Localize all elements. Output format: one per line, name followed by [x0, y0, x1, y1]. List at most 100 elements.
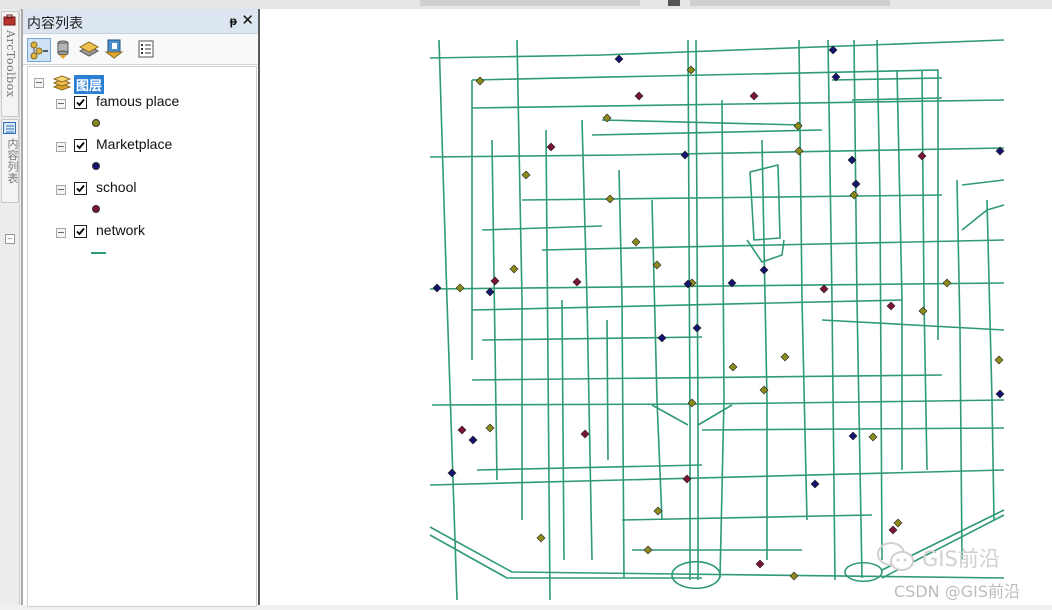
famous-place-point[interactable]	[942, 278, 952, 288]
layer-name-network[interactable]: network	[96, 222, 145, 238]
marketplace-point[interactable]	[614, 54, 624, 64]
pin-icon[interactable]: ᵽ	[230, 14, 237, 28]
road	[429, 469, 1005, 486]
road	[651, 404, 733, 426]
road	[438, 39, 458, 601]
layer-name-famous-place[interactable]: famous place	[96, 93, 179, 109]
school-point[interactable]	[490, 276, 500, 286]
selection-icon	[104, 39, 124, 59]
checkmark-icon	[76, 184, 85, 193]
marketplace-point[interactable]	[759, 265, 769, 275]
layer-collapse-toggle[interactable]	[56, 228, 66, 238]
famous-place-symbol	[92, 119, 100, 127]
checkmark-icon	[76, 98, 85, 107]
famous-place-point[interactable]	[631, 237, 641, 247]
wechat-icon	[877, 542, 914, 571]
school-point[interactable]	[888, 525, 898, 535]
famous-place-point[interactable]	[849, 190, 859, 200]
marketplace-point[interactable]	[432, 283, 442, 293]
road	[687, 39, 691, 580]
famous-place-point[interactable]	[893, 518, 903, 528]
famous-place-point[interactable]	[643, 545, 653, 555]
arctoolbox-tab[interactable]: ArcToolbox	[1, 11, 19, 117]
school-point[interactable]	[749, 91, 759, 101]
list-by-source-button[interactable]	[53, 38, 75, 60]
marketplace-point[interactable]	[657, 333, 667, 343]
layer-visibility-checkbox[interactable]	[74, 96, 87, 109]
road	[831, 77, 943, 81]
famous-place-point[interactable]	[918, 306, 928, 316]
toc-tab[interactable]: 内容列表	[1, 119, 19, 203]
map-canvas[interactable]	[260, 9, 1052, 605]
road	[606, 319, 609, 461]
layer-collapse-toggle[interactable]	[56, 142, 66, 152]
marketplace-point[interactable]	[995, 389, 1005, 399]
famous-place-point[interactable]	[475, 76, 485, 86]
road	[956, 179, 963, 561]
famous-place-point[interactable]	[994, 355, 1004, 365]
famous-place-point[interactable]	[521, 170, 531, 180]
marketplace-point[interactable]	[810, 479, 820, 489]
famous-place-point[interactable]	[868, 432, 878, 442]
famous-place-point[interactable]	[455, 283, 465, 293]
famous-place-point[interactable]	[794, 146, 804, 156]
close-icon[interactable]: ✕	[241, 11, 254, 29]
options-button[interactable]	[135, 38, 157, 60]
road	[429, 282, 1005, 290]
road	[853, 39, 863, 579]
layer-group-label[interactable]: 图层	[74, 75, 105, 94]
layer-visibility-checkbox[interactable]	[74, 225, 87, 238]
toc-tab-label: 内容列表	[6, 138, 19, 184]
road	[481, 336, 703, 341]
school-point[interactable]	[755, 559, 765, 569]
map-view[interactable]	[258, 9, 1052, 605]
toolbar-dropdown-arrow[interactable]	[668, 0, 680, 6]
layer-name-school[interactable]: school	[96, 179, 136, 195]
famous-place-point[interactable]	[536, 533, 546, 543]
watermark-title: GIS前沿	[922, 547, 1000, 571]
school-point[interactable]	[457, 425, 467, 435]
marketplace-point[interactable]	[848, 431, 858, 441]
toolbar-field-2[interactable]	[690, 0, 890, 6]
toc-icon	[3, 122, 16, 134]
school-point[interactable]	[917, 151, 927, 161]
famous-place-point[interactable]	[728, 362, 738, 372]
road	[719, 99, 725, 579]
marketplace-point[interactable]	[447, 468, 457, 478]
layer-collapse-toggle[interactable]	[56, 99, 66, 109]
school-point[interactable]	[819, 284, 829, 294]
famous-place-point[interactable]	[509, 264, 519, 274]
marketplace-point[interactable]	[851, 179, 861, 189]
marketplace-point[interactable]	[468, 435, 478, 445]
road	[961, 179, 1005, 186]
school-point[interactable]	[572, 277, 582, 287]
famous-place-point[interactable]	[789, 571, 799, 581]
school-point[interactable]	[546, 142, 556, 152]
marketplace-symbol	[92, 162, 100, 170]
school-point[interactable]	[580, 429, 590, 439]
arctoolbox-tab-label: ArcToolbox	[4, 30, 17, 98]
marketplace-point[interactable]	[692, 323, 702, 333]
layer-visibility-checkbox[interactable]	[74, 139, 87, 152]
toolbar-field[interactable]	[420, 0, 640, 6]
road	[798, 39, 808, 521]
school-point[interactable]	[886, 301, 896, 311]
list-by-visibility-button[interactable]	[78, 38, 100, 60]
layer-name-marketplace[interactable]: Marketplace	[96, 136, 172, 152]
famous-place-point[interactable]	[605, 194, 615, 204]
road	[921, 69, 928, 471]
group-collapse-toggle[interactable]	[34, 78, 44, 88]
road	[471, 99, 1005, 109]
famous-place-point[interactable]	[780, 352, 790, 362]
layer-collapse-toggle[interactable]	[56, 185, 66, 195]
list-by-selection-button[interactable]	[103, 38, 125, 60]
road	[471, 299, 903, 311]
layer-visibility-checkbox[interactable]	[74, 182, 87, 195]
school-point[interactable]	[634, 91, 644, 101]
panel-title-bar: 内容列表 ᵽ ✕	[23, 9, 259, 34]
famous-place-point[interactable]	[485, 423, 495, 433]
road	[545, 129, 551, 601]
dock-collapse-button[interactable]: –	[5, 234, 15, 244]
watermark-credit: CSDN @GIS前沿	[894, 582, 1020, 601]
list-by-drawing-order-button[interactable]	[27, 38, 51, 62]
